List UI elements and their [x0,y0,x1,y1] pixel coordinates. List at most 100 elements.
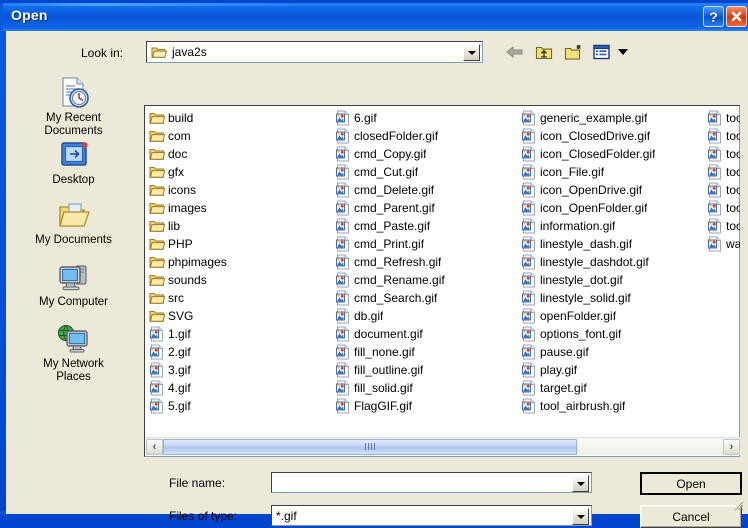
file-list-item[interactable]: sounds [146,271,332,289]
back-button[interactable] [504,41,526,63]
file-list-item[interactable]: PHP [146,235,332,253]
file-list-item[interactable]: play.gif [518,361,704,379]
scrollbar-thumb[interactable] [163,438,578,455]
file-list-item[interactable]: fill_solid.gif [332,379,518,397]
place-my-recent-documents[interactable]: My Recent Documents [6,75,141,138]
file-list-item[interactable]: cmd_Parent.gif [332,199,518,217]
file-list-item[interactable]: information.gif [518,217,704,235]
file-list-item[interactable]: cmd_Rename.gif [332,271,518,289]
files-of-type-combobox[interactable]: *.gif [271,505,592,526]
file-list-item[interactable]: FlagGIF.gif [332,397,518,415]
file-list-item[interactable]: tool [704,163,740,181]
file-list-item-label: sounds [168,273,207,287]
file-list-item[interactable]: icon_File.gif [518,163,704,181]
files-of-type-dropdown-arrow[interactable] [572,508,589,525]
file-list-item[interactable]: doc [146,145,332,163]
file-list-item[interactable]: src [146,289,332,307]
look-in-dropdown-arrow[interactable] [463,44,480,61]
file-list-item[interactable]: db.gif [332,307,518,325]
views-button[interactable] [591,41,613,63]
file-list-item[interactable]: cmd_Paste.gif [332,217,518,235]
resize-grip-icon[interactable] [732,499,744,511]
file-list-item[interactable]: icon_ClosedFolder.gif [518,145,704,163]
file-list-item[interactable]: icon_ClosedDrive.gif [518,127,704,145]
file-list-item[interactable]: 1.gif [146,325,332,343]
file-list-item[interactable]: icon_OpenFolder.gif [518,199,704,217]
place-my-network-places[interactable]: My Network Places [6,321,141,384]
file-list-item[interactable]: 4.gif [146,379,332,397]
file-list-item[interactable]: 6.gif [332,109,518,127]
gif-file-icon [336,272,349,288]
gif-file-icon [150,380,163,396]
file-list-item[interactable]: linestyle_dot.gif [518,271,704,289]
file-list-item[interactable]: tool [704,181,740,199]
file-list-item[interactable]: phpimages [146,253,332,271]
file-list-item-label: tool [726,147,740,161]
file-list-item[interactable]: cmd_Delete.gif [332,181,518,199]
file-list-item-label: src [168,291,184,305]
file-list-item[interactable]: tool [704,199,740,217]
file-list-item[interactable]: options_font.gif [518,325,704,343]
file-list-viewport[interactable]: build com doc gfx icons images lib PHP phpimages… [146,107,740,437]
close-button[interactable] [726,6,747,27]
file-list-item-label: linestyle_solid.gif [540,291,631,305]
file-list-item[interactable]: document.gif [332,325,518,343]
views-dropdown-arrow[interactable] [618,49,628,55]
folder-icon [149,113,165,124]
file-list-item[interactable]: com [146,127,332,145]
file-name-combobox[interactable] [271,472,592,493]
file-list-item[interactable]: cmd_Copy.gif [332,145,518,163]
file-list-item[interactable]: lib [146,217,332,235]
file-list-item[interactable]: fill_outline.gif [332,361,518,379]
file-list-item[interactable]: target.gif [518,379,704,397]
open-button[interactable]: Open [640,472,742,495]
file-list-item[interactable]: linestyle_dashdot.gif [518,253,704,271]
file-list-item[interactable]: pause.gif [518,343,704,361]
file-list-item[interactable]: cmd_Cut.gif [332,163,518,181]
chevron-down-icon [467,50,476,55]
file-list-item[interactable]: cmd_Print.gif [332,235,518,253]
file-list-item[interactable]: tool_airbrush.gif [518,397,704,415]
close-icon [731,11,742,22]
file-list-item[interactable]: linestyle_dash.gif [518,235,704,253]
file-list-item[interactable]: warn [704,235,740,253]
gif-file-icon [336,164,349,180]
new-folder-button[interactable] [562,41,584,63]
file-list-item[interactable]: cmd_Refresh.gif [332,253,518,271]
gif-file-icon [336,128,349,144]
look-in-combobox[interactable]: java2s [146,41,483,63]
place-my-documents[interactable]: My Documents [6,197,141,247]
gif-file-icon [336,254,349,270]
file-list-item[interactable]: 3.gif [146,361,332,379]
file-list-item[interactable]: closedFolder.gif [332,127,518,145]
scroll-left-button[interactable]: ‹ [146,438,163,455]
file-list-item[interactable]: cmd_Search.gif [332,289,518,307]
file-list-item[interactable]: icon_OpenDrive.gif [518,181,704,199]
gif-file-icon [522,236,535,252]
file-list-item[interactable]: generic_example.gif [518,109,704,127]
file-list-item[interactable]: 5.gif [146,397,332,415]
help-button[interactable]: ? [703,6,724,27]
place-desktop[interactable]: Desktop [6,137,141,187]
file-list-item[interactable]: linestyle_solid.gif [518,289,704,307]
file-list-item[interactable]: tool [704,109,740,127]
file-list-item[interactable]: fill_none.gif [332,343,518,361]
file-list-item[interactable]: gfx [146,163,332,181]
scrollbar-track[interactable] [163,438,723,455]
file-list-item[interactable]: openFolder.gif [518,307,704,325]
file-list-item[interactable]: images [146,199,332,217]
file-list-horizontal-scrollbar[interactable]: ‹ › [146,437,740,455]
file-list-item[interactable]: tool [704,127,740,145]
scroll-right-button[interactable]: › [723,438,740,455]
file-list-item[interactable]: build [146,109,332,127]
gif-file-icon [522,164,535,180]
file-list-item[interactable]: icons [146,181,332,199]
up-one-level-button[interactable] [533,41,555,63]
file-list-item[interactable]: tool [704,145,740,163]
file-list-item[interactable]: tool [704,217,740,235]
file-list-item[interactable]: 2.gif [146,343,332,361]
file-name-dropdown-arrow[interactable] [572,475,589,492]
file-list-item[interactable]: SVG [146,307,332,325]
place-my-computer[interactable]: My Computer [6,259,141,309]
cancel-button[interactable]: Cancel [640,505,742,528]
